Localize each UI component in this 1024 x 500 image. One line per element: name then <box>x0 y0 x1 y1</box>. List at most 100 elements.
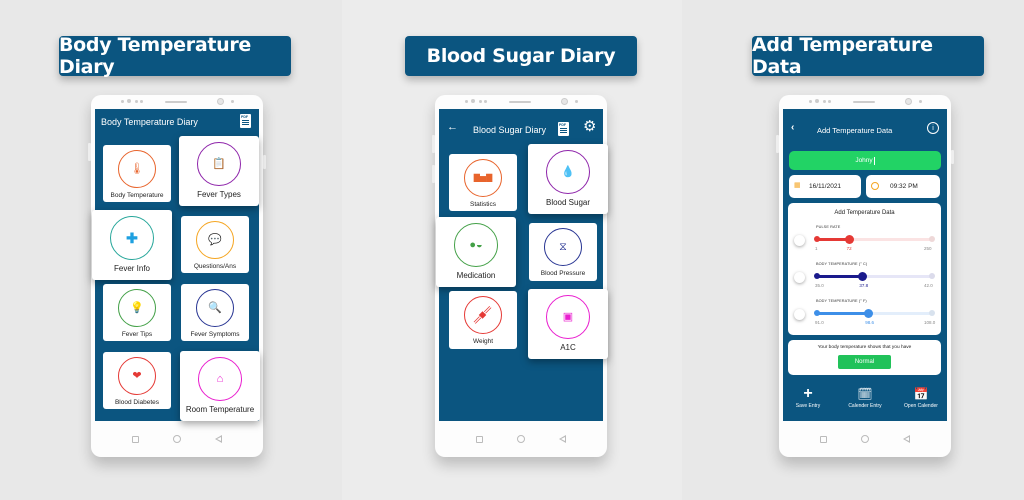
slider-label: BODY TEMPERATURE (° F) <box>816 299 867 303</box>
slider-thumb[interactable] <box>863 308 873 318</box>
slider-row: PULSE RATE 1 72 250 <box>788 225 941 259</box>
pdf-icon[interactable]: PDF <box>558 122 569 136</box>
banner-title: Blood Sugar Diary <box>405 36 637 76</box>
app-screen: Body Temperature Diary PDF 🌡 Body Temper… <box>92 109 260 421</box>
home-icon[interactable] <box>173 435 181 443</box>
back-icon[interactable] <box>215 435 222 443</box>
card-questions-ans[interactable]: 💬 Questions/Ans <box>181 216 249 273</box>
phone-side-button <box>88 143 91 161</box>
panel-blood-sugar-diary: Blood Sugar Diary ← Blood Sugar Diary PD… <box>342 0 682 500</box>
virus-search-icon: 🔍 <box>196 289 234 327</box>
phone-side-button <box>951 150 954 164</box>
slider-thumb[interactable] <box>845 234 855 244</box>
phone-side-button <box>432 135 435 153</box>
phone-mockup: Body Temperature Diary PDF 🌡 Body Temper… <box>88 95 266 457</box>
slider-max-value: 108.0 <box>924 320 936 325</box>
slider-end-dot <box>929 310 935 316</box>
back-icon[interactable] <box>559 435 566 443</box>
slider-min-value: 35.0 <box>815 283 824 288</box>
card-fever-tips[interactable]: 💡 Fever Tips <box>103 284 171 341</box>
phone-side-button <box>263 155 266 169</box>
slider-max-value: 250 <box>924 246 932 251</box>
android-navbar <box>779 421 951 457</box>
card-fever-symptoms[interactable]: 🔍 Fever Symptoms <box>181 284 249 341</box>
lightbulb-icon: 💡 <box>118 289 156 327</box>
result-card: Your body temperature shows that you hav… <box>788 340 941 375</box>
back-icon[interactable] <box>903 435 910 443</box>
card-body-temperature[interactable]: 🌡 Body Temperature <box>103 145 171 202</box>
card-fever-types[interactable]: 📋 Fever Types <box>179 136 259 206</box>
info-icon[interactable]: i <box>927 122 939 134</box>
back-chevron-icon[interactable]: ‹ <box>791 123 794 133</box>
gear-icon[interactable]: ⚙ <box>583 119 596 134</box>
slider-current-value: 98.6 <box>865 320 874 325</box>
slider-label: PULSE RATE <box>816 225 841 229</box>
bp-monitor-icon: ⧖ <box>544 228 582 266</box>
slider-fill <box>816 275 863 278</box>
slider-end-dot <box>929 273 935 279</box>
home-icon[interactable] <box>861 435 869 443</box>
slider-row: BODY TEMPERATURE (° C) 35.0 37.8 42.0 <box>788 262 941 296</box>
slider-current-value: 72 <box>846 246 852 251</box>
clock-icon <box>871 182 879 190</box>
recent-apps-icon[interactable] <box>476 435 483 443</box>
card-a1c[interactable]: ▣ A1C <box>528 289 608 359</box>
radio-button[interactable] <box>794 272 805 283</box>
phone-side-button <box>432 165 435 183</box>
card-blood-diabetes[interactable]: ❤ Blood Diabetes <box>103 352 171 409</box>
slider-label: BODY TEMPERATURE (° C) <box>816 262 868 266</box>
card-fever-info[interactable]: ✚ Fever Info <box>92 210 172 280</box>
glucometer-icon: ▣ <box>546 295 590 339</box>
plus-icon: + <box>803 385 813 402</box>
app-screen: ‹ Add Temperature Data i Johny ▦ 16/11/2… <box>783 109 947 421</box>
banner-title: Body Temperature Diary <box>59 34 291 78</box>
radio-button[interactable] <box>794 309 805 320</box>
slider-current-value: 37.8 <box>859 283 869 288</box>
card-weight[interactable]: ═■═ Weight <box>449 291 517 349</box>
card-statistics[interactable]: ▇▅▇ Statistics <box>449 154 517 211</box>
card-blood-pressure[interactable]: ⧖ Blood Pressure <box>529 223 597 281</box>
android-navbar <box>435 421 607 457</box>
slider-min-value: 91.0 <box>815 320 824 325</box>
heart-icon: ❤ <box>118 357 156 395</box>
panel-body-temperature-diary: Body Temperature Diary Body Temperature … <box>0 0 342 500</box>
calendar-clock-icon: 🗓 <box>857 387 873 401</box>
medical-document-icon: ✚ <box>110 216 154 260</box>
time-field[interactable]: 09:32 PM <box>866 175 940 198</box>
bar-chart-icon: ▇▅▇ <box>464 159 502 197</box>
calender-entry-button[interactable]: 🗓 Calender Entry <box>843 387 887 409</box>
open-calender-button[interactable]: 📅 Open Calender <box>899 387 943 409</box>
dumbbell-icon: ═■═ <box>464 296 502 334</box>
slider-start-dot <box>814 236 820 242</box>
slider-fill <box>816 312 869 315</box>
card-room-temperature[interactable]: ⌂ Room Temperature <box>180 351 260 421</box>
name-input[interactable]: Johny <box>789 151 941 170</box>
slider-start-dot <box>814 273 820 279</box>
home-icon[interactable] <box>517 435 525 443</box>
slider-thumb[interactable] <box>857 271 867 281</box>
phone-mockup: ← Blood Sugar Diary PDF ⚙ ▇▅▇ Statistics… <box>432 95 608 457</box>
date-field[interactable]: ▦ 16/11/2021 <box>789 175 861 198</box>
pdf-icon[interactable]: PDF <box>240 114 251 128</box>
clipboard-icon: 📋 <box>197 142 241 186</box>
slider-row: BODY TEMPERATURE (° F) 91.0 98.6 108.0 <box>788 299 941 333</box>
card-blood-sugar[interactable]: 💧 Blood Sugar <box>528 144 608 214</box>
thermometer-icon: 🌡 <box>118 150 156 188</box>
radio-button[interactable] <box>794 235 805 246</box>
recent-apps-icon[interactable] <box>132 435 139 443</box>
card-medication[interactable]: ●◒ Medication <box>436 217 516 287</box>
save-entry-button[interactable]: + Save Entry <box>791 385 825 410</box>
calendar-icon: 📅 <box>913 387 929 401</box>
slider-min-value: 1 <box>815 246 818 251</box>
slider-max-value: 42.0 <box>924 283 933 288</box>
pills-icon: ●◒ <box>454 223 498 267</box>
phone-side-button <box>776 135 779 153</box>
temperature-data-card: Add Temperature Data PULSE RATE 1 72 250 BOD… <box>788 203 941 335</box>
banner-title: Add Temperature Data <box>752 34 984 78</box>
status-badge: Normal <box>838 355 891 369</box>
back-arrow-icon[interactable]: ← <box>447 122 458 133</box>
recent-apps-icon[interactable] <box>820 435 827 443</box>
screen-title: Add Temperature Data <box>817 126 893 135</box>
house-icon: ⌂ <box>198 357 242 401</box>
slider-start-dot <box>814 310 820 316</box>
